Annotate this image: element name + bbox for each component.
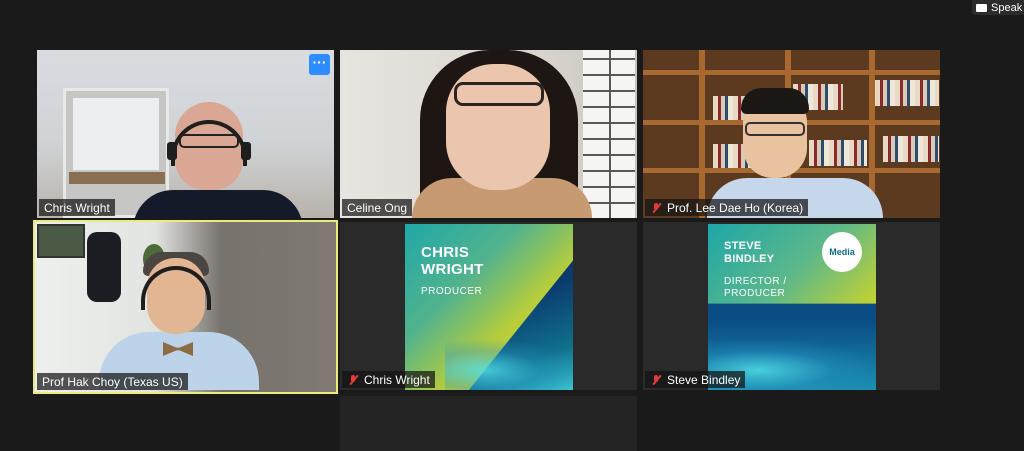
participant-name: Prof. Lee Dae Ho (Korea)	[667, 201, 804, 215]
more-options-button[interactable]: ···	[309, 54, 330, 75]
card-name: CHRIS WRIGHT	[421, 244, 484, 278]
participant-name-tag: Celine Ong	[342, 199, 413, 216]
video-tile-celine-ong[interactable]: Celine Ong	[340, 50, 637, 218]
zoom-gallery-view: Speak ··· Chris Wright Celine Ong Prof. …	[0, 0, 1024, 451]
speaker-view-label: Speak	[991, 1, 1023, 14]
microphone-muted-icon	[650, 202, 662, 214]
participant-name: Chris Wright	[44, 201, 110, 215]
participant-name-tag: Prof. Lee Dae Ho (Korea)	[645, 199, 809, 216]
video-tile-steve-bindley-card[interactable]: Media STEVE BINDLEY DIRECTOR / PRODUCER …	[643, 222, 940, 390]
media-logo: Media	[822, 232, 862, 272]
microphone-muted-icon	[650, 374, 662, 386]
video-tile-empty	[340, 396, 637, 451]
participant-name: Prof Hak Choy (Texas US)	[42, 375, 183, 389]
card-name: STEVE BINDLEY	[724, 240, 775, 265]
participant-name-tag: Prof Hak Choy (Texas US)	[37, 373, 188, 390]
card-role: DIRECTOR / PRODUCER	[724, 276, 787, 299]
video-tile-chris-wright-card[interactable]: CHRIS WRIGHT PRODUCER Chris Wright	[340, 222, 637, 390]
microphone-muted-icon	[347, 374, 359, 386]
profile-card: Media STEVE BINDLEY DIRECTOR / PRODUCER	[708, 224, 876, 390]
participant-name: Steve Bindley	[667, 373, 741, 387]
card-role: PRODUCER	[421, 286, 483, 297]
participant-name: Chris Wright	[364, 373, 430, 387]
speaker-view-button[interactable]: Speak	[972, 0, 1024, 15]
video-tile-prof-lee-dae-ho[interactable]: Prof. Lee Dae Ho (Korea)	[643, 50, 940, 218]
participant-name-tag: Steve Bindley	[645, 371, 746, 388]
profile-card: CHRIS WRIGHT PRODUCER	[405, 224, 573, 390]
participant-name-tag: Chris Wright	[39, 199, 115, 216]
participant-name: Celine Ong	[347, 201, 408, 215]
participant-name-tag: Chris Wright	[342, 371, 435, 388]
speaker-view-icon	[976, 3, 987, 12]
video-tile-chris-wright[interactable]: ··· Chris Wright	[37, 50, 334, 218]
video-tile-prof-hak-choy[interactable]: Prof Hak Choy (Texas US)	[33, 220, 338, 394]
